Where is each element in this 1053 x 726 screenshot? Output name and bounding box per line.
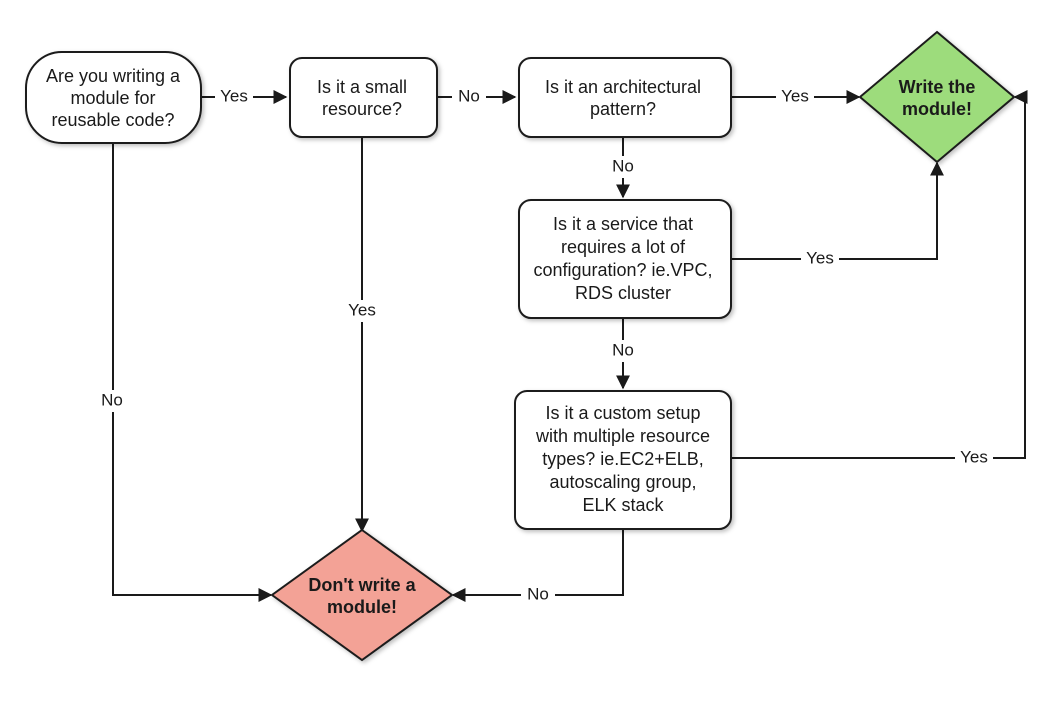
edge-label-custom-dont: No: [527, 584, 549, 603]
node-start: Are you writing a module for reusable co…: [26, 52, 201, 143]
edge-label-config-custom: No: [612, 340, 634, 359]
edge-label-start-small: Yes: [220, 86, 248, 105]
svg-text:RDS cluster: RDS cluster: [575, 283, 671, 303]
node-arch-pattern: Is it an architectural pattern?: [519, 58, 731, 137]
svg-text:Write the: Write the: [899, 77, 976, 97]
node-custom-setup: Is it a custom setup with multiple resou…: [515, 391, 731, 529]
svg-text:module!: module!: [327, 597, 397, 617]
node-dont-write: Don't write a module!: [272, 530, 452, 660]
svg-text:ELK stack: ELK stack: [582, 495, 664, 515]
edge-start-dont: [113, 143, 271, 595]
node-config-service: Is it a service that requires a lot of c…: [519, 200, 731, 318]
svg-text:module for: module for: [70, 88, 155, 108]
edge-label-arch-config: No: [612, 156, 634, 175]
svg-text:Is it a custom setup: Is it a custom setup: [545, 403, 700, 423]
edge-label-custom-write: Yes: [960, 447, 988, 466]
node-write-module: Write the module!: [860, 32, 1014, 162]
svg-text:Are you writing a: Are you writing a: [46, 66, 181, 86]
svg-text:Don't write a: Don't write a: [308, 575, 416, 595]
flowchart-canvas: Yes No No Yes Yes No Yes No Yes: [0, 0, 1053, 726]
svg-text:resource?: resource?: [322, 99, 402, 119]
svg-text:Is it a small: Is it a small: [317, 77, 407, 97]
edge-custom-write: [731, 97, 1025, 458]
svg-text:module!: module!: [902, 99, 972, 119]
edge-config-write: [731, 163, 937, 259]
svg-text:Is it an architectural: Is it an architectural: [545, 77, 701, 97]
svg-text:Is it a service that: Is it a service that: [553, 214, 693, 234]
edge-label-small-arch: No: [458, 86, 480, 105]
edge-label-config-write: Yes: [806, 248, 834, 267]
node-small-resource: Is it a small resource?: [290, 58, 437, 137]
svg-text:requires a lot of: requires a lot of: [561, 237, 686, 257]
svg-text:with multiple resource: with multiple resource: [535, 426, 710, 446]
svg-text:autoscaling group,: autoscaling group,: [549, 472, 696, 492]
edge-label-small-dont: Yes: [348, 300, 376, 319]
edge-label-start-dont: No: [101, 390, 123, 409]
svg-text:pattern?: pattern?: [590, 99, 656, 119]
svg-text:types? ie.EC2+ELB,: types? ie.EC2+ELB,: [542, 449, 704, 469]
svg-text:reusable code?: reusable code?: [51, 110, 174, 130]
edge-label-arch-write: Yes: [781, 86, 809, 105]
svg-text:configuration? ie.VPC,: configuration? ie.VPC,: [533, 260, 712, 280]
